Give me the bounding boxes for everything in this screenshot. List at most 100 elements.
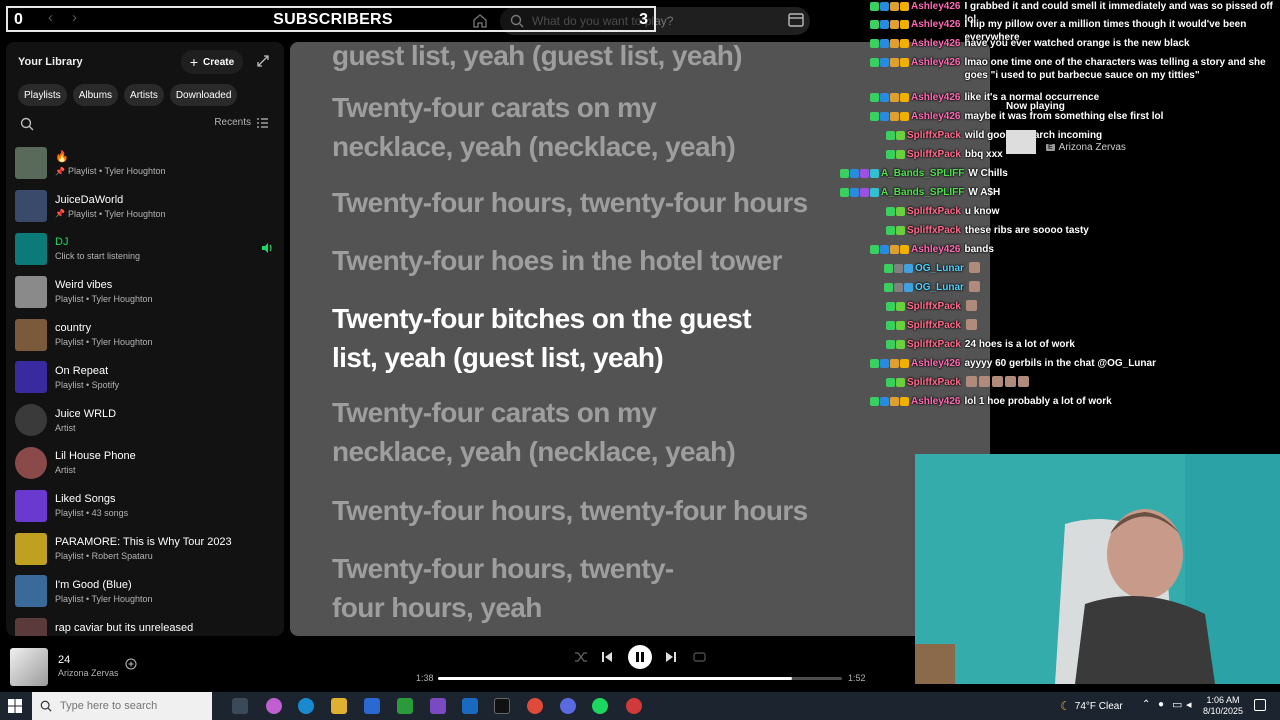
- app-icon[interactable]: [430, 698, 446, 714]
- copilot-icon[interactable]: [266, 698, 282, 714]
- previous-button[interactable]: [598, 648, 616, 666]
- recents-sort[interactable]: Recents: [214, 117, 268, 128]
- outlook-icon[interactable]: [462, 698, 478, 714]
- chat-username[interactable]: SpliffxPack: [907, 300, 961, 313]
- library-item[interactable]: rap caviar but its unreleasedPlaylist • …: [15, 613, 277, 636]
- library-item-text: Weird vibes Playlist • Tyler Houghton: [55, 279, 153, 304]
- chat-message: SpliffxPack these ribs are soooo tasty: [886, 224, 1089, 237]
- chat-message: SpliffxPack: [886, 376, 1030, 389]
- track-artist[interactable]: Arizona Zervas: [58, 668, 119, 678]
- file-explorer-icon[interactable]: [331, 698, 347, 714]
- library-item-text: Liked Songs Playlist • 43 songs: [55, 493, 128, 518]
- chat-username[interactable]: SpliffxPack: [907, 376, 961, 389]
- add-to-library-icon[interactable]: [125, 658, 137, 670]
- obs-icon[interactable]: [626, 698, 642, 714]
- shuffle-button[interactable]: [572, 648, 590, 666]
- task-view-icon[interactable]: [232, 698, 248, 714]
- chat-username[interactable]: SpliffxPack: [907, 338, 961, 351]
- network-icon[interactable]: ▭: [1172, 698, 1182, 711]
- xbox-icon[interactable]: [397, 698, 413, 714]
- chat-username[interactable]: SpliffxPack: [907, 205, 961, 218]
- chat-text: W Chills: [968, 168, 1008, 179]
- chat-username[interactable]: OG_Lunar: [915, 262, 964, 275]
- lyric-line[interactable]: Twenty-four carats on my necklace, yeah …: [332, 88, 772, 166]
- edge-icon[interactable]: [298, 698, 314, 714]
- chat-username[interactable]: Ashley426: [911, 37, 960, 50]
- library-item[interactable]: Liked Songs Playlist • 43 songs: [15, 484, 277, 527]
- expand-icon[interactable]: [256, 54, 270, 68]
- chat-username[interactable]: OG_Lunar: [915, 281, 964, 294]
- browse-icon[interactable]: [786, 10, 806, 30]
- clock[interactable]: 1:06 AM 8/10/2025: [1200, 695, 1246, 717]
- chrome-icon[interactable]: [527, 698, 543, 714]
- chat-badge-icon: [870, 39, 879, 48]
- chat-username[interactable]: SpliffxPack: [907, 319, 961, 332]
- chip-artists[interactable]: Artists: [124, 84, 164, 106]
- chat-badge-icon: [886, 150, 895, 159]
- chat-badge-icon: [850, 169, 859, 178]
- weather-widget[interactable]: ☾ 74°F Clear: [1060, 699, 1123, 713]
- repeat-button[interactable]: [690, 648, 708, 666]
- tray-chevron-icon[interactable]: ⌃: [1142, 699, 1150, 710]
- shuffle-icon: [575, 652, 587, 662]
- next-button[interactable]: [662, 648, 680, 666]
- volume-icon[interactable]: ◂: [1186, 698, 1192, 711]
- subscriber-title: SUBSCRIBERS: [273, 11, 393, 28]
- chat-username[interactable]: Ashley426: [911, 91, 960, 104]
- chat-username[interactable]: Ashley426: [911, 56, 960, 69]
- lyric-line[interactable]: Twenty-four hours, twenty-four hours, ye…: [332, 549, 702, 627]
- discord-icon[interactable]: [560, 698, 576, 714]
- chat-badge-icon: [890, 20, 899, 29]
- track-title[interactable]: 24: [58, 654, 70, 666]
- notification-icon[interactable]: [1254, 699, 1266, 711]
- library-item[interactable]: On Repeat Playlist • Spotify: [15, 356, 277, 399]
- taskbar-search[interactable]: [32, 692, 212, 720]
- elapsed-time: 1:38: [416, 673, 434, 683]
- chat-badge-icon: [900, 2, 909, 11]
- library-search-icon[interactable]: [20, 117, 34, 131]
- library-item[interactable]: Weird vibes Playlist • Tyler Houghton: [15, 270, 277, 313]
- lyric-line[interactable]: Twenty-four bitches on the guest list, y…: [332, 299, 782, 377]
- spotify-icon[interactable]: [592, 698, 608, 714]
- chip-playlists[interactable]: Playlists: [18, 84, 67, 106]
- chip-albums[interactable]: Albums: [72, 84, 119, 106]
- library-item[interactable]: DJ Click to start listening: [15, 228, 277, 271]
- create-button[interactable]: + Create: [181, 50, 243, 74]
- store-icon[interactable]: [364, 698, 380, 714]
- library-list: 🔥 📌 Playlist • Tyler Houghton JuiceDaWorld 📌…: [15, 142, 277, 636]
- chat-username[interactable]: SpliffxPack: [907, 148, 961, 161]
- chat-text: lmao one time one of the characters was …: [964, 57, 1266, 81]
- chat-username[interactable]: Ashley426: [911, 110, 960, 123]
- chat-username[interactable]: Ashley426: [911, 357, 960, 370]
- chat-username[interactable]: A_Bands_SPLIFF: [881, 186, 964, 199]
- library-item[interactable]: 🔥 📌 Playlist • Tyler Houghton: [15, 142, 277, 185]
- pause-button[interactable]: [628, 645, 652, 669]
- chat-username[interactable]: Ashley426: [911, 243, 960, 256]
- library-item[interactable]: country Playlist • Tyler Houghton: [15, 313, 277, 356]
- chip-downloaded[interactable]: Downloaded: [169, 84, 238, 106]
- chat-username[interactable]: SpliffxPack: [907, 129, 961, 142]
- chat-username[interactable]: Ashley426: [911, 18, 960, 31]
- taskbar-search-input[interactable]: [60, 700, 190, 712]
- chat-username[interactable]: A_Bands_SPLIFF: [881, 167, 964, 180]
- lyric-line[interactable]: Twenty-four hours, twenty-four hours: [332, 491, 952, 530]
- chat-username[interactable]: Ashley426: [911, 395, 960, 408]
- chat-username[interactable]: SpliffxPack: [907, 224, 961, 237]
- chat-message: Ashley426 bands: [870, 243, 994, 256]
- track-cover[interactable]: [10, 648, 48, 686]
- library-item[interactable]: PARAMORE: This is Why Tour 2023 Playlist …: [15, 527, 277, 570]
- mic-icon[interactable]: ●: [1158, 699, 1164, 710]
- library-item-cover: [15, 618, 47, 636]
- library-item[interactable]: I'm Good (Blue) Playlist • Tyler Houghton: [15, 570, 277, 613]
- library-item[interactable]: Juice WRLD Artist: [15, 399, 277, 442]
- library-item[interactable]: Lil House Phone Artist: [15, 442, 277, 485]
- windows-start-icon[interactable]: [8, 699, 22, 713]
- tiktok-icon[interactable]: [494, 698, 510, 714]
- library-item-name: country: [55, 322, 92, 335]
- chat-badge-icon: [890, 39, 899, 48]
- chat-username[interactable]: Ashley426: [911, 0, 960, 13]
- library-item[interactable]: JuiceDaWorld 📌 Playlist • Tyler Houghton: [15, 185, 277, 228]
- chat-badge-icon: [884, 264, 893, 273]
- progress-bar[interactable]: [438, 677, 842, 680]
- lyric-line[interactable]: Twenty-four carats on my necklace, yeah …: [332, 393, 772, 471]
